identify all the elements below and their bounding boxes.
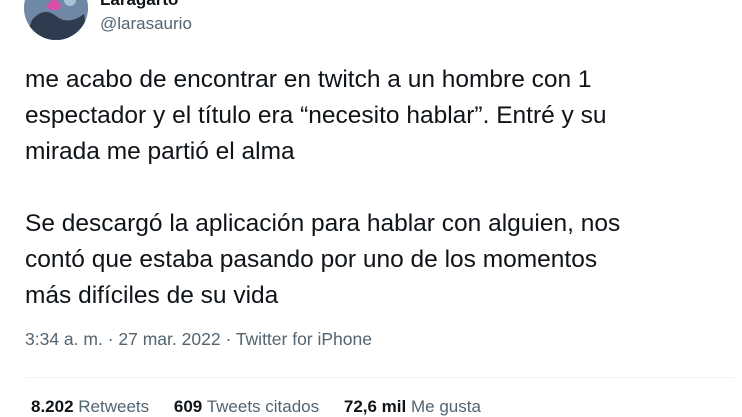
tweet-line: mirada me partió el alma [25, 138, 295, 165]
quotes-count: 609 [173, 397, 203, 416]
tweet-text: me acabo de encontrar en twitch a un hom… [25, 62, 735, 314]
meta-separator: · [225, 329, 232, 349]
likes-count: 72,6 mil [343, 397, 407, 416]
retweets-label: Retweets [78, 397, 150, 416]
tweet-card: Laragarto @larasaurio ··· me acabo de en… [0, 0, 742, 417]
tweet-line: espectador y el título era “necesito hab… [25, 102, 607, 129]
more-dots-icon[interactable]: ··· [712, 0, 736, 8]
tweet-source[interactable]: Twitter for iPhone [236, 329, 372, 349]
tweet-time[interactable]: 3:34 a. m. [25, 329, 103, 349]
tweet-date[interactable]: 27 mar. 2022 [118, 329, 220, 349]
tweet-line: más difíciles de su vida [25, 282, 279, 309]
author-display-name[interactable]: Laragarto [100, 0, 178, 10]
tweet-line: me acabo de encontrar en twitch a un hom… [25, 66, 592, 93]
meta-separator: · [107, 329, 114, 349]
likes-stat[interactable]: 72,6 mil Me gusta [344, 397, 481, 417]
likes-label: Me gusta [410, 397, 481, 416]
quotes-label: Tweets citados [206, 397, 320, 416]
divider [25, 377, 734, 378]
avatar-image [24, 0, 88, 40]
author-handle[interactable]: @larasaurio [100, 14, 192, 34]
retweets-stat[interactable]: 8.202 Retweets [31, 397, 149, 417]
tweet-meta: 3:34 a. m. · 27 mar. 2022 · Twitter for … [25, 329, 372, 350]
tweet-line: contó que estaba pasando por uno de los … [25, 246, 598, 273]
retweets-count: 8.202 [31, 397, 74, 416]
tweet-line: Se descargó la aplicación para hablar co… [25, 210, 621, 237]
tweet-stats: 8.202 Retweets 609 Tweets citados 72,6 m… [31, 397, 501, 417]
quotes-stat[interactable]: 609 Tweets citados [174, 397, 319, 417]
avatar[interactable] [24, 0, 88, 40]
